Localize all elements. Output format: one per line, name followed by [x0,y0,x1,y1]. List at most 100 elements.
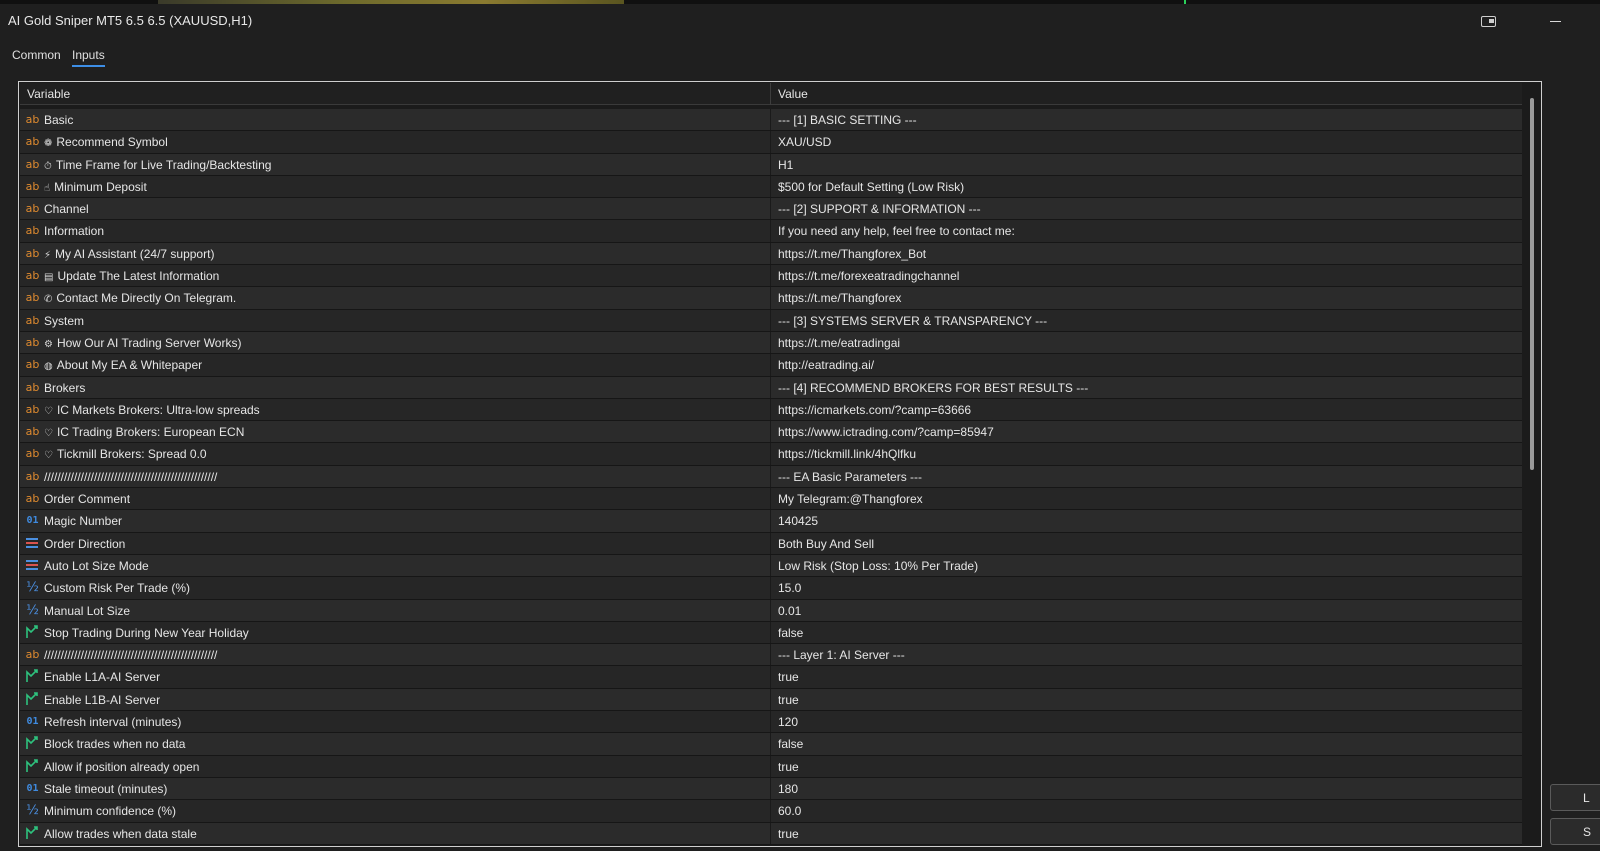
variable-name: Auto Lot Size Mode [44,559,149,573]
tab-inputs[interactable]: Inputs [72,48,105,67]
string-type-icon: ab [25,425,40,439]
value-cell[interactable]: https://t.me/eatradingai [778,336,900,350]
value-cell[interactable]: My Telegram:@Thangforex [778,492,923,506]
value-cell[interactable]: 140425 [778,514,818,528]
table-row[interactable]: 01 Refresh interval (minutes) 120 [20,711,1522,734]
value-cell[interactable]: --- Layer 1: AI Server --- [778,648,905,662]
value-cell[interactable]: true [778,670,799,684]
table-row[interactable]: ½ Minimum confidence (%) 60.0 [20,800,1522,823]
cell-divider [770,109,771,131]
table-row[interactable]: ab ⚡ My AI Assistant (24/7 support) https:/… [20,242,1522,266]
save-button[interactable]: S [1550,818,1600,845]
enum-type-icon [25,558,40,573]
value-cell[interactable]: true [778,760,799,774]
table-row[interactable]: 01 Magic Number 140425 [20,510,1522,533]
table-row[interactable]: Stop Trading During New Year Holiday fals… [20,621,1522,645]
value-cell[interactable]: --- EA Basic Parameters --- [778,470,922,484]
cell-divider [770,532,771,554]
cell-divider [770,331,771,354]
table-row[interactable]: Auto Lot Size Mode Low Risk (Stop Loss: 1… [20,554,1522,578]
table-row[interactable]: ab ♡ Tickmill Brokers: Spread 0.0 https://t… [20,443,1522,466]
variable-emoji-icon: ⚙ [44,338,53,350]
column-header-value[interactable]: Value [778,87,808,101]
load-button[interactable]: L [1550,784,1600,811]
tab-common[interactable]: Common [12,48,61,65]
column-divider[interactable] [770,83,771,105]
table-row[interactable]: Allow trades when data stale true [20,822,1522,845]
table-row[interactable]: ab ♡ IC Trading Brokers: European ECN https… [20,421,1522,444]
table-row[interactable]: ½ Manual Lot Size 0.01 [20,599,1522,622]
table-row[interactable]: ab Basic --- [1] BASIC SETTING --- [20,109,1522,132]
table-row[interactable]: ab Brokers --- [4] RECOMMEND BROKERS FOR B… [20,376,1522,399]
value-cell[interactable]: If you need any help, feel free to conta… [778,224,1015,238]
value-cell[interactable]: $500 for Default Setting (Low Risk) [778,180,964,194]
table-row[interactable]: Order Direction Both Buy And Sell [20,532,1522,555]
variable-name: Order Comment [44,492,130,506]
value-cell[interactable]: https://t.me/Thangforex [778,291,901,305]
value-cell[interactable]: --- [1] BASIC SETTING --- [778,113,917,127]
value-cell[interactable]: false [778,737,803,751]
minimize-button[interactable] [1532,4,1578,38]
value-cell[interactable]: 60.0 [778,804,801,818]
cell-divider [770,265,771,287]
value-cell[interactable]: 15.0 [778,581,801,595]
value-cell[interactable]: 0.01 [778,604,801,618]
table-row[interactable]: ab ⚙ How Our AI Trading Server Works) https… [20,331,1522,355]
scrollbar-thumb[interactable] [1530,98,1534,470]
value-cell[interactable]: http://eatrading.ai/ [778,358,874,372]
table-row[interactable]: Block trades when no data false [20,733,1522,756]
value-cell[interactable]: https://t.me/Thangforex_Bot [778,247,926,261]
value-cell[interactable]: https://t.me/forexeatradingchannel [778,269,959,283]
bool-type-icon [25,691,40,707]
variable-name: ♡ IC Trading Brokers: European ECN [44,425,244,439]
variable-label: Order Comment [44,492,131,507]
value-cell[interactable]: 180 [778,782,798,796]
value-cell[interactable]: https://www.ictrading.com/?camp=85947 [778,425,994,439]
table-row[interactable]: ab ⏱ Time Frame for Live Trading/Backtesti… [20,153,1522,176]
table-row[interactable]: ab System --- [3] SYSTEMS SERVER & TRANSPA… [20,309,1522,332]
column-header-variable[interactable]: Variable [27,87,70,101]
string-type-icon: ab [25,335,40,349]
table-row[interactable]: Enable L1B-AI Server true [20,688,1522,712]
value-cell[interactable]: H1 [778,158,793,172]
value-cell[interactable]: XAU/USD [778,135,831,149]
table-row[interactable]: Enable L1A-AI Server true [20,666,1522,689]
variable-emoji-icon: ☝ [44,182,51,194]
variable-name: Manual Lot Size [44,604,130,618]
value-cell[interactable]: https://icmarkets.com/?camp=63666 [778,403,971,417]
table-row[interactable]: ab Information If you need any help, feel … [20,220,1522,243]
table-row[interactable]: ab ◍ About My EA & Whitepaper http://eatrad… [20,354,1522,377]
value-cell[interactable]: --- [4] RECOMMEND BROKERS FOR BEST RESUL… [778,381,1088,395]
variable-name: ⚙ How Our AI Trading Server Works) [44,336,241,350]
table-row[interactable]: ab ♡ IC Markets Brokers: Ultra-low spreads… [20,398,1522,422]
value-cell[interactable]: https://tickmill.link/4hQlfku [778,447,916,461]
restore-button[interactable] [1465,4,1511,38]
table-row[interactable]: ab ☝ Minimum Deposit $500 for Default Setti… [20,175,1522,199]
table-row[interactable]: ½ Custom Risk Per Trade (%) 15.0 [20,577,1522,600]
value-cell[interactable]: --- [2] SUPPORT & INFORMATION --- [778,202,981,216]
value-cell[interactable]: true [778,827,799,841]
table-row[interactable]: ab ✆ Contact Me Directly On Telegram. https… [20,287,1522,310]
table-row[interactable]: 01 Stale timeout (minutes) 180 [20,777,1522,801]
value-cell[interactable]: --- [3] SYSTEMS SERVER & TRANSPARENCY --… [778,314,1047,328]
variable-name: ▤ Update The Latest Information [44,269,219,283]
table-row[interactable]: ab Order Comment My Telegram:@Thangforex [20,488,1522,511]
value-cell[interactable]: 120 [778,715,798,729]
value-cell[interactable]: Low Risk (Stop Loss: 10% Per Trade) [778,559,978,573]
value-cell[interactable]: false [778,626,803,640]
integer-type-icon: 01 [26,716,39,728]
value-cell[interactable]: Both Buy And Sell [778,537,874,551]
value-cell[interactable]: true [778,693,799,707]
title-bar: AI Gold Sniper MT5 6.5 6.5 (XAUUSD,H1) [0,4,1600,38]
variable-name: Custom Risk Per Trade (%) [44,581,190,595]
table-row[interactable]: ab //////////////////////////////////////… [20,465,1522,489]
table-row[interactable]: ab Channel --- [2] SUPPORT & INFORMATION -… [20,198,1522,221]
table-row[interactable]: ab ▤ Update The Latest Information https://… [20,265,1522,288]
cell-divider [770,421,771,443]
variable-label: Minimum confidence (%) [44,804,177,819]
table-row[interactable]: Allow if position already open true [20,755,1522,778]
cell-divider [770,175,771,198]
cell-divider [770,577,771,599]
table-row[interactable]: ab //////////////////////////////////////… [20,644,1522,667]
table-row[interactable]: ab ❁ Recommend Symbol XAU/USD [20,131,1522,154]
